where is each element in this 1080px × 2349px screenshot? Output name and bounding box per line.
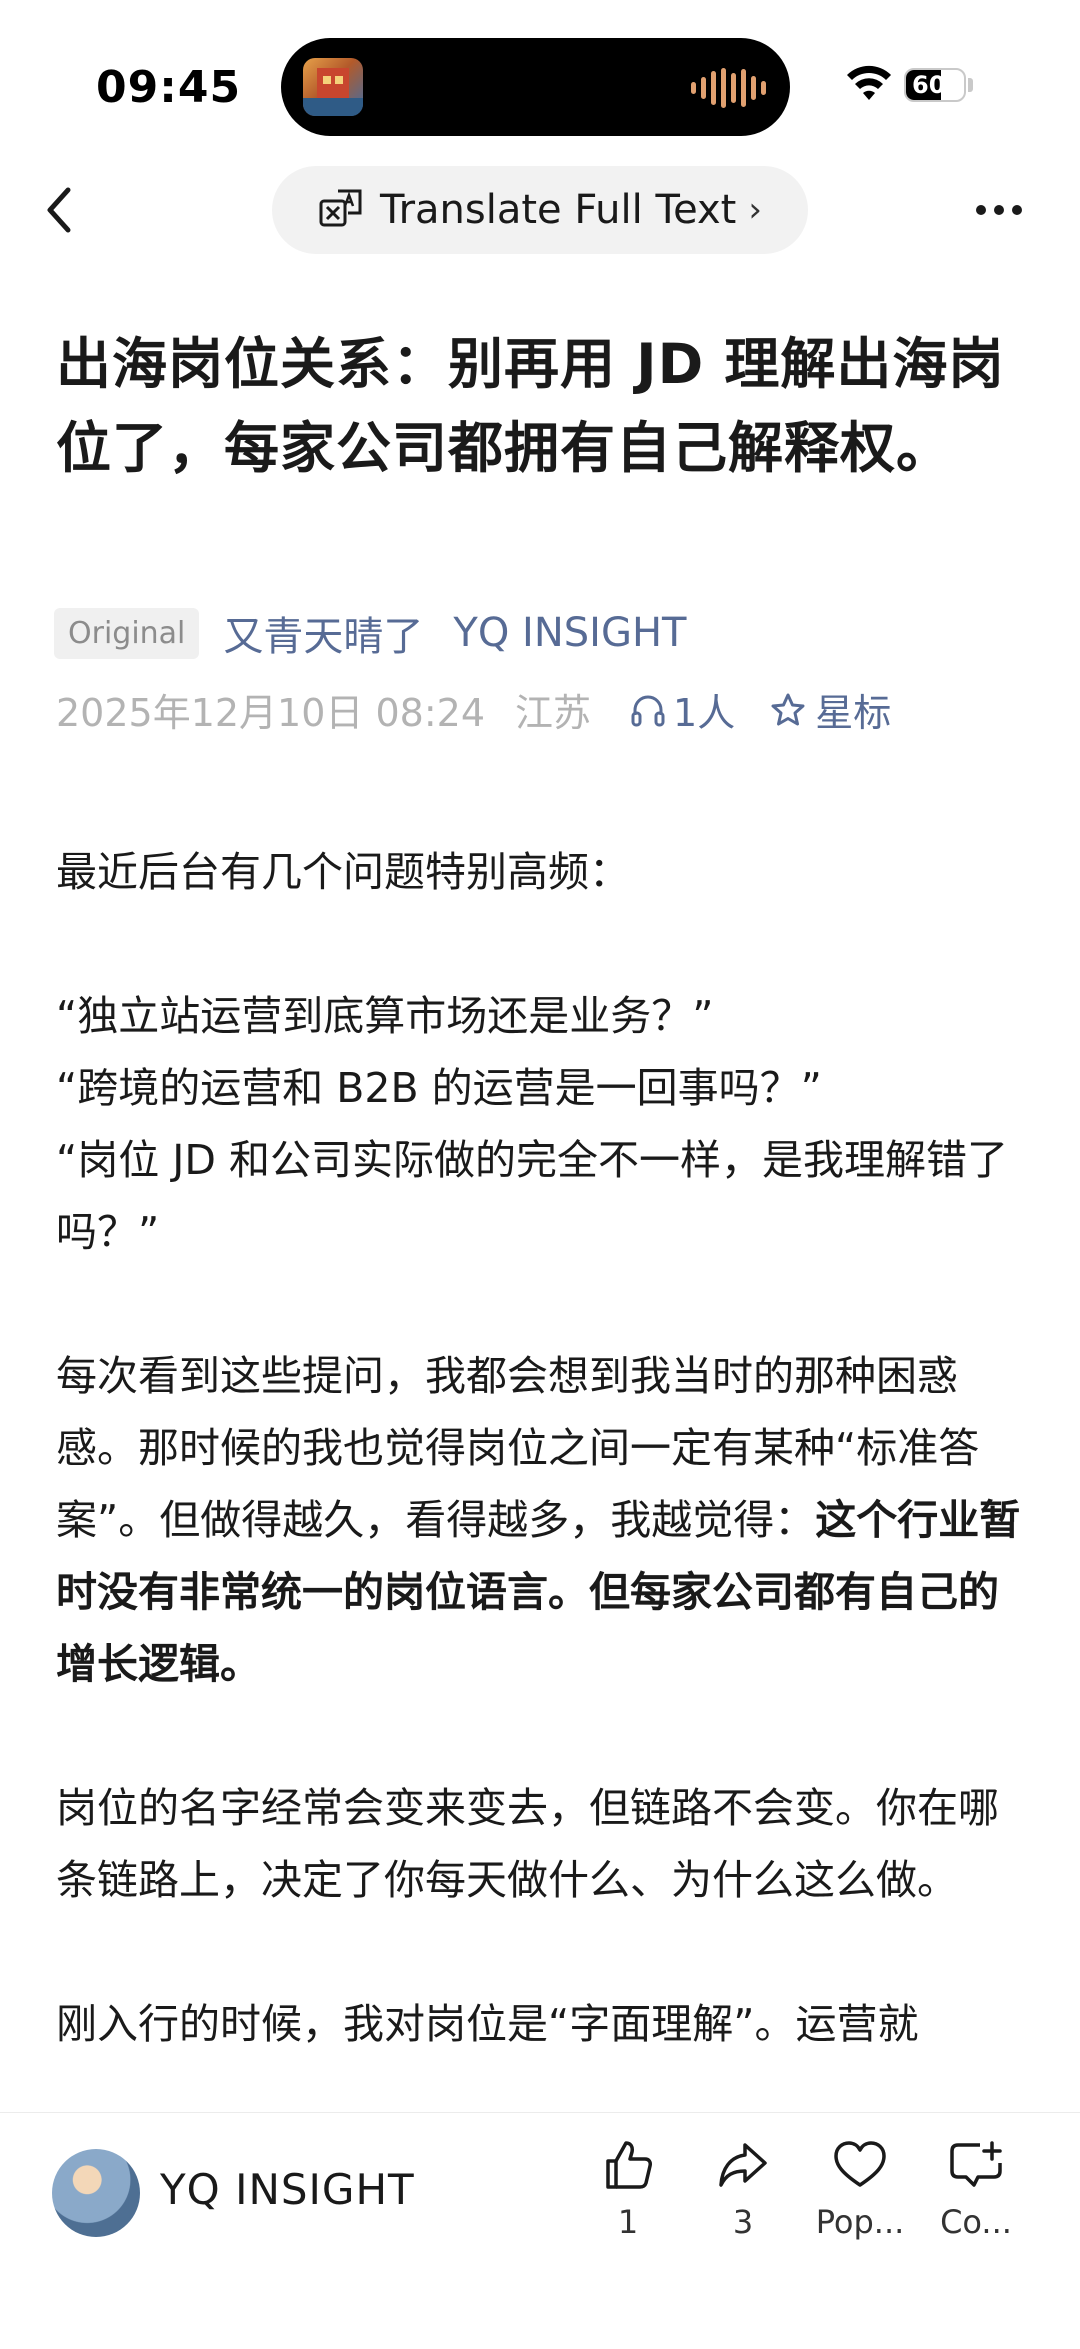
share-button[interactable]: 3	[683, 2137, 803, 2241]
favorite-label: Pop...	[815, 2203, 905, 2241]
battery-icon: 60	[904, 68, 966, 102]
star-button[interactable]: 星标	[769, 682, 891, 737]
question: “独立站运营到底算市场还是业务？”	[56, 992, 714, 1040]
listen-button[interactable]: 1人	[629, 682, 735, 737]
star-label: 星标	[815, 691, 892, 735]
account-link[interactable]: YQ INSIGHT	[453, 610, 686, 656]
question: “跨境的运营和 B2B 的运营是一回事吗？”	[56, 1064, 822, 1112]
translate-full-text-button[interactable]: Translate Full Text ›	[272, 166, 808, 254]
account-name[interactable]: YQ INSIGHT	[160, 2165, 415, 2214]
battery-percentage: 60	[912, 71, 946, 99]
headphones-icon	[631, 695, 665, 726]
favorite-button[interactable]: Pop...	[800, 2137, 920, 2241]
author-link[interactable]: 又青天晴了	[223, 604, 423, 662]
more-button[interactable]	[976, 190, 1036, 230]
star-icon	[771, 693, 805, 725]
publish-info: 2025年12月10日 08:24 江苏 1人 星标	[56, 682, 891, 737]
comment-label: Co...	[940, 2203, 1012, 2241]
heart-icon	[834, 2141, 886, 2187]
paragraph: 岗位的名字经常会变来变去，但链路不会变。你在哪条链路上，决定了你每天做什么、为什…	[56, 1784, 999, 1904]
question-list: “独立站运营到底算市场还是业务？” “跨境的运营和 B2B 的运营是一回事吗？”…	[56, 980, 1026, 1268]
question: “岗位 JD 和公司实际做的完全不一样，是我理解错了吗？”	[56, 1136, 1008, 1256]
status-time: 09:45	[96, 62, 242, 113]
back-chevron-icon	[47, 187, 71, 233]
article-title: 出海岗位关系：别再用 JD 理解出海岗位了，每家公司都拥有自己解释权。	[56, 332, 1005, 480]
comment-button[interactable]: Co...	[916, 2137, 1036, 2241]
publish-date: 2025年12月10日 08:24	[56, 691, 486, 735]
more-icon	[976, 205, 986, 215]
paragraph: 最近后台有几个问题特别高频：	[56, 848, 630, 896]
wifi-icon	[846, 64, 892, 104]
battery-cap	[968, 78, 973, 92]
listener-count: 1人	[673, 691, 736, 735]
comment-add-icon	[950, 2141, 1002, 2187]
article-body: 最近后台有几个问题特别高频： “独立站运营到底算市场还是业务？” “跨境的运营和…	[56, 836, 1026, 2132]
share-count: 3	[732, 2203, 754, 2241]
dynamic-island[interactable]	[281, 38, 790, 136]
article-meta: Original 又青天晴了 YQ INSIGHT	[54, 604, 716, 662]
paragraph: 刚入行的时候，我对岗位是“字面理解”。运营就	[56, 2000, 919, 2048]
now-playing-artwork-icon	[303, 58, 363, 116]
paragraph: 每次看到这些提问，我都会想到我当时的那种困惑感。那时候的我也觉得岗位之间一定有某…	[56, 1340, 1026, 1700]
avatar[interactable]	[52, 2149, 140, 2237]
back-button[interactable]	[40, 180, 80, 240]
original-tag: Original	[54, 607, 200, 659]
audio-wave-icon	[691, 68, 766, 108]
thumbs-up-icon	[606, 2141, 652, 2189]
like-count: 1	[617, 2203, 639, 2241]
translate-label: Translate Full Text	[380, 187, 737, 233]
share-icon	[719, 2143, 767, 2187]
chevron-right-icon: ›	[748, 190, 762, 230]
bottom-bar: YQ INSIGHT 1 3 Pop... Co...	[0, 2112, 1080, 2349]
like-button[interactable]: 1	[568, 2137, 688, 2241]
translate-icon	[319, 189, 362, 227]
publish-location: 江苏	[515, 691, 592, 735]
